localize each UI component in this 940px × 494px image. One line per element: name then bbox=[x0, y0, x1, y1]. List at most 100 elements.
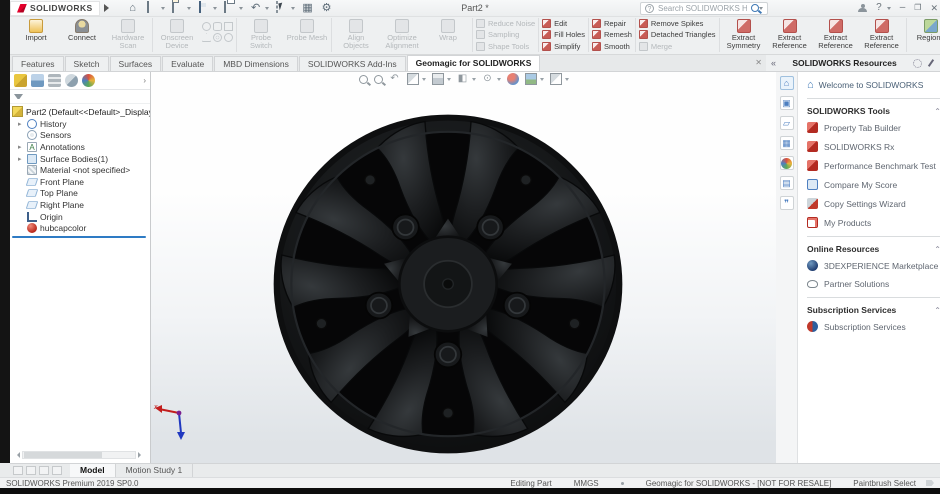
feature-tree-item[interactable]: ▸ Material <not specified> bbox=[10, 164, 150, 176]
minimize-button[interactable] bbox=[900, 3, 906, 13]
ribbon-button[interactable]: Repair bbox=[592, 19, 632, 28]
last-tab-icon[interactable] bbox=[52, 466, 62, 475]
ribbon-button[interactable]: Merge bbox=[639, 42, 716, 51]
collapse-pane-icon[interactable]: « bbox=[771, 58, 776, 68]
displaymanager-tab-icon[interactable] bbox=[82, 74, 95, 87]
feature-tree-item[interactable]: ▸ Origin bbox=[10, 211, 150, 223]
rollback-bar[interactable] bbox=[12, 236, 146, 238]
view-settings-icon[interactable] bbox=[550, 73, 562, 85]
restore-button[interactable] bbox=[914, 3, 921, 13]
command-tab[interactable]: Evaluate bbox=[162, 56, 213, 71]
section-header-online[interactable]: Online Resources ⌃ bbox=[807, 244, 940, 254]
command-tab[interactable]: Surfaces bbox=[110, 56, 162, 71]
ribbon-button[interactable]: Hardware Scan Options bbox=[105, 18, 151, 52]
previous-tab-icon[interactable] bbox=[26, 466, 36, 475]
orientation-caret-icon[interactable] bbox=[447, 78, 451, 81]
ribbon-button[interactable]: Import bbox=[13, 18, 59, 43]
undo-caret-icon[interactable] bbox=[265, 7, 269, 10]
user-account-icon[interactable] bbox=[858, 4, 867, 13]
ribbon-button[interactable]: Remove Spikes bbox=[639, 19, 716, 28]
search-caret-icon[interactable] bbox=[759, 7, 763, 10]
ribbon-button[interactable]: Detached Triangles bbox=[639, 30, 716, 39]
ribbon-button[interactable]: Connect bbox=[59, 18, 105, 43]
view-orientation-icon[interactable] bbox=[432, 73, 444, 85]
new-document-icon[interactable] bbox=[147, 1, 149, 13]
feature-tree-item[interactable]: ▸ Right Plane bbox=[10, 199, 150, 211]
section-caret-icon[interactable] bbox=[422, 78, 426, 81]
welcome-link[interactable]: ⌂ Welcome to SOLIDWORKS bbox=[807, 80, 940, 90]
resources-tab-icon[interactable]: ⌂ bbox=[780, 76, 794, 90]
zoom-to-area-icon[interactable] bbox=[374, 75, 383, 84]
ribbon-button[interactable]: Reduce Noise bbox=[476, 19, 535, 28]
menu-flyout-arrow-icon[interactable] bbox=[104, 4, 109, 12]
previous-view-icon[interactable]: ↶ bbox=[389, 73, 401, 85]
edit-appearance-icon[interactable] bbox=[507, 73, 519, 85]
print-caret-icon[interactable] bbox=[239, 7, 243, 10]
home-icon[interactable]: ⌂ bbox=[127, 2, 139, 14]
feature-tree-item[interactable]: ▸ Top Plane bbox=[10, 188, 150, 200]
scene-caret-icon[interactable] bbox=[540, 78, 544, 81]
ribbon-button[interactable]: Remesh bbox=[592, 30, 632, 39]
dimxpertmanager-tab-icon[interactable] bbox=[65, 74, 78, 87]
display-style-icon[interactable]: ◧ bbox=[457, 73, 469, 85]
search-icon[interactable] bbox=[751, 4, 759, 12]
close-button[interactable] bbox=[930, 3, 938, 14]
help-caret-icon[interactable] bbox=[887, 7, 891, 10]
save-caret-icon[interactable] bbox=[213, 7, 217, 10]
first-tab-icon[interactable] bbox=[13, 466, 23, 475]
section-header-tools[interactable]: SOLIDWORKS Tools ⌃ bbox=[807, 106, 940, 116]
appearances-tab-icon[interactable] bbox=[780, 156, 794, 170]
zoom-to-fit-icon[interactable] bbox=[359, 75, 368, 84]
command-tab[interactable]: SOLIDWORKS Add-Ins bbox=[299, 56, 406, 71]
collapse-chevron-icon[interactable]: ⌃ bbox=[934, 107, 940, 116]
ribbon-button[interactable]: Sampling bbox=[476, 30, 535, 39]
undo-icon[interactable]: ↶ bbox=[250, 2, 262, 14]
ribbon-button[interactable]: Shape Tools bbox=[476, 42, 535, 51]
file-explorer-tab-icon[interactable]: ▱ bbox=[780, 116, 794, 130]
expander-icon[interactable]: ▸ bbox=[18, 143, 24, 151]
ribbon-button[interactable]: Onscreen Device bbox=[154, 18, 200, 52]
expander-icon[interactable]: ▸ bbox=[18, 155, 24, 163]
resource-link[interactable]: Property Tab Builder bbox=[807, 122, 940, 133]
hubcap-model[interactable] bbox=[271, 112, 625, 456]
feature-tree-item[interactable]: ▸ Front Plane bbox=[10, 176, 150, 188]
ribbon-button[interactable]: Simplify bbox=[542, 42, 585, 51]
hide-show-items-icon[interactable]: ⊙ bbox=[482, 73, 494, 85]
options-grid-icon[interactable]: ▦ bbox=[302, 2, 314, 14]
ribbon-button[interactable]: Smooth bbox=[592, 42, 632, 51]
resource-link[interactable]: Compare My Score bbox=[807, 179, 940, 190]
hide-show-caret-icon[interactable] bbox=[497, 78, 501, 81]
ribbon-button[interactable]: Extract Reference Plane bbox=[767, 18, 813, 52]
feature-tree-item[interactable]: ▸ Surface Bodies(1) bbox=[10, 153, 150, 165]
expander-icon[interactable]: ▸ bbox=[18, 120, 24, 128]
filter-funnel-icon[interactable] bbox=[14, 94, 23, 99]
ribbon-button[interactable]: Edit bbox=[542, 19, 585, 28]
feature-tree-item[interactable]: ▸ Sensors bbox=[10, 130, 150, 142]
view-settings-caret-icon[interactable] bbox=[565, 78, 569, 81]
print-icon[interactable] bbox=[224, 1, 226, 13]
propertymanager-tab-icon[interactable] bbox=[31, 74, 44, 87]
search-box[interactable]: ? Search SOLIDWORKS Help bbox=[640, 2, 768, 15]
tree-root-item[interactable]: Part2 (Default<<Default>_Display S bbox=[10, 104, 150, 118]
ribbon-button[interactable]: Regions bbox=[908, 18, 940, 43]
resource-link[interactable]: Copy Settings Wizard bbox=[807, 198, 940, 209]
resource-link[interactable]: Subscription Services bbox=[807, 321, 940, 332]
open-caret-icon[interactable] bbox=[187, 7, 191, 10]
settings-gear-icon[interactable]: ⚙ bbox=[321, 2, 333, 14]
pane-options-gear-icon[interactable] bbox=[913, 59, 922, 68]
resource-link[interactable]: SOLIDWORKS Rx bbox=[807, 141, 940, 152]
custom-properties-tab-icon[interactable]: ▤ bbox=[780, 176, 794, 190]
study-tab[interactable]: Model bbox=[70, 464, 116, 477]
study-tab[interactable]: Motion Study 1 bbox=[116, 464, 194, 477]
new-caret-icon[interactable] bbox=[161, 7, 165, 10]
graphics-viewport[interactable]: ↶ ◧ ⊙ bbox=[151, 72, 776, 463]
section-view-icon[interactable] bbox=[407, 73, 419, 85]
commandmanager-close-icon[interactable]: ✕ bbox=[755, 58, 762, 67]
collapse-chevron-icon[interactable]: ⌃ bbox=[934, 306, 940, 315]
apply-scene-icon[interactable] bbox=[525, 73, 537, 85]
featuremanager-tab-icon[interactable] bbox=[14, 74, 27, 87]
scroll-left-icon[interactable] bbox=[14, 452, 20, 458]
feature-tree-item[interactable]: ▸ hubcapcolor bbox=[10, 222, 150, 234]
ribbon-button[interactable]: Optimize Alignment bbox=[379, 18, 425, 52]
pane-pin-icon[interactable] bbox=[927, 59, 935, 67]
